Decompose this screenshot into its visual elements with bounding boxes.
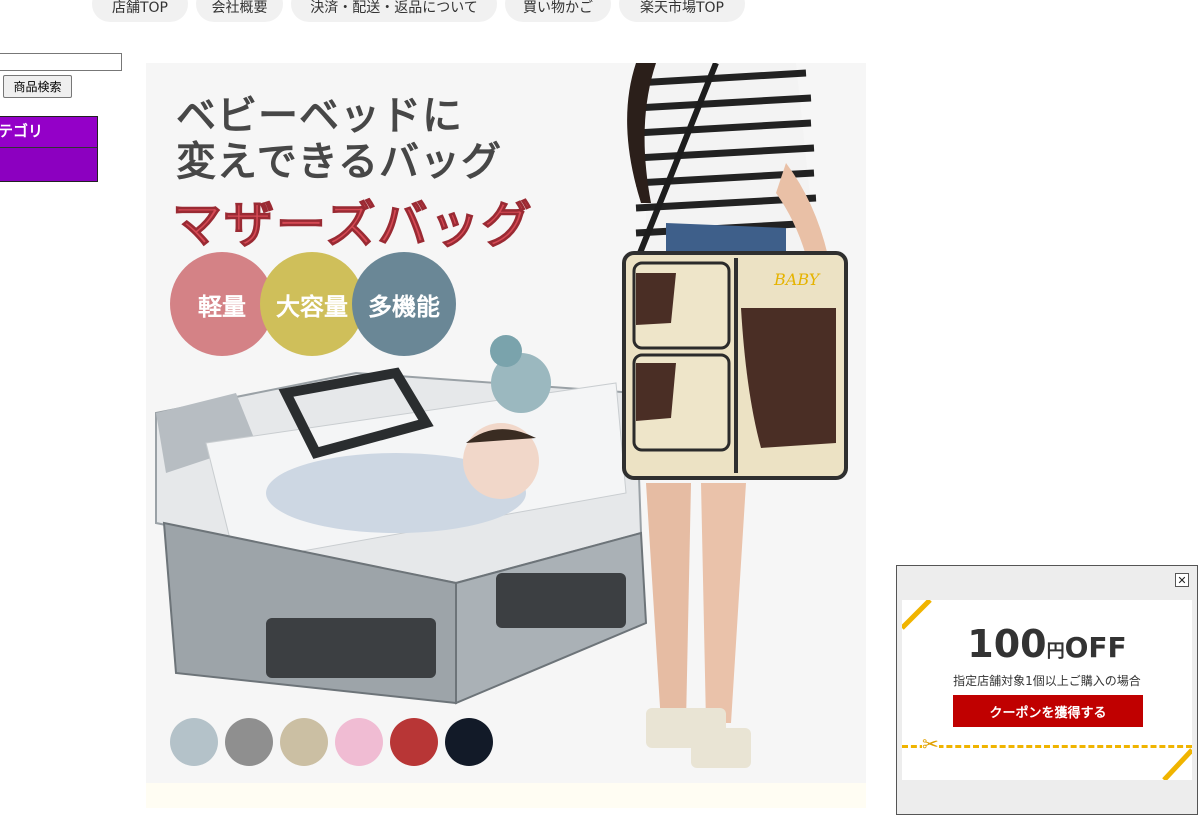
nav-rakuten-top[interactable]: 楽天市場TOP xyxy=(619,0,745,22)
coupon-off-label: OFF xyxy=(1064,631,1127,664)
color-swatch[interactable] xyxy=(170,718,218,766)
coupon-amount-number: 100 xyxy=(967,622,1047,666)
nav-company[interactable]: 会社概要 xyxy=(196,0,283,22)
product-image-footer xyxy=(146,783,866,808)
top-nav: 店舗TOP 会社概要 決済・配送・返品について 買い物かご 楽天市場TOP xyxy=(92,0,745,22)
coupon-amount-unit: 円 xyxy=(1046,641,1065,662)
nav-label: 会社概要 xyxy=(211,0,268,16)
category-list[interactable] xyxy=(0,148,97,181)
product-image[interactable]: ベビーベッドに 変えできるバッグ マザーズバッグ 軽量 大容量 多機能 BABY xyxy=(146,63,866,783)
baby-bed-illustration xyxy=(155,335,648,705)
category-menu: カテゴリ xyxy=(0,116,98,182)
color-swatch[interactable] xyxy=(225,718,273,766)
search-button[interactable]: 商品検索 xyxy=(3,75,72,98)
get-coupon-button[interactable]: クーポンを獲得する xyxy=(953,695,1143,727)
scissors-icon: ✂ xyxy=(922,732,939,756)
coupon-amount: 100円OFF xyxy=(902,622,1192,666)
nav-label: 店舗TOP xyxy=(111,0,168,16)
product-illustration: BABY xyxy=(155,63,848,768)
coupon-popup: ✕ 100円OFF 指定店舗対象1個以上ご購入の場合 クーポンを獲得する ✂ xyxy=(896,565,1198,815)
close-icon[interactable]: ✕ xyxy=(1175,573,1189,587)
nav-label: 決済・配送・返品について xyxy=(310,0,478,16)
cut-line xyxy=(902,745,1192,748)
search-input[interactable] xyxy=(0,53,122,71)
coupon-condition: 指定店舗対象1個以上ご購入の場合 xyxy=(953,674,1141,688)
svg-text:BABY: BABY xyxy=(773,270,821,289)
nav-label: 買い物かご xyxy=(523,0,593,16)
model-with-bag-illustration: BABY xyxy=(622,63,848,768)
nav-payment-shipping[interactable]: 決済・配送・返品について xyxy=(291,0,497,22)
nav-label: 楽天市場TOP xyxy=(639,0,724,16)
color-swatch[interactable] xyxy=(335,718,383,766)
color-swatch[interactable] xyxy=(390,718,438,766)
nav-store-top[interactable]: 店舗TOP xyxy=(92,0,188,22)
coupon-card: 100円OFF 指定店舗対象1個以上ご購入の場合 クーポンを獲得する ✂ xyxy=(902,600,1192,780)
category-title: カテゴリ xyxy=(0,117,97,148)
nav-cart[interactable]: 買い物かご xyxy=(505,0,611,22)
color-swatch[interactable] xyxy=(280,718,328,766)
color-swatch[interactable] xyxy=(445,718,493,766)
